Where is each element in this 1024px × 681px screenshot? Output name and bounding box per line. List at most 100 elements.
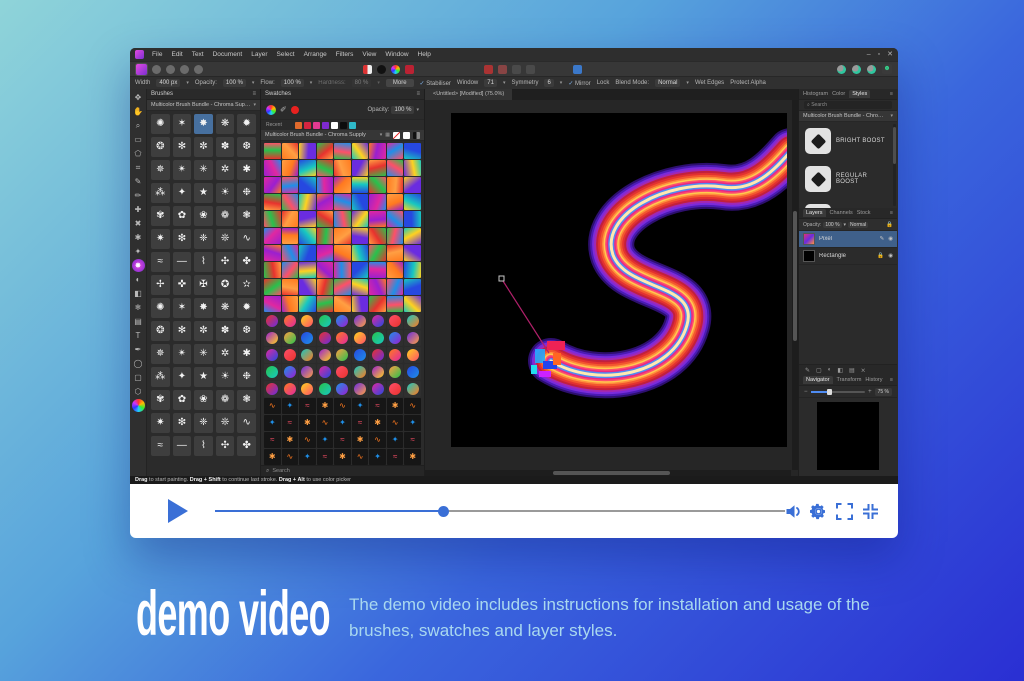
no-colour-swatch[interactable]: [393, 132, 400, 139]
settings-gear-icon[interactable]: [810, 503, 827, 520]
tool-icon[interactable]: [132, 399, 145, 412]
tool-icon[interactable]: ⬠: [132, 147, 145, 160]
menu-document[interactable]: Document: [213, 51, 243, 58]
brush-thumbnail[interactable]: ⌇: [194, 436, 213, 456]
texture-swatch[interactable]: [387, 279, 404, 295]
recent-swatch[interactable]: [286, 122, 293, 129]
minimize-button[interactable]: –: [867, 51, 871, 58]
brush-thumbnail[interactable]: ≈: [151, 252, 170, 272]
texture-swatch[interactable]: [317, 296, 334, 312]
lock-icon[interactable]: 🔒: [877, 253, 884, 259]
panel-menu-icon[interactable]: ≡: [890, 377, 893, 383]
shape-icon[interactable]: ▢: [816, 367, 822, 374]
tool-icon[interactable]: ✥: [132, 91, 145, 104]
grid-view-icon[interactable]: ▦: [385, 132, 390, 138]
brush-thumbnail[interactable]: ✼: [194, 137, 213, 157]
recent-swatch[interactable]: [304, 122, 311, 129]
tool-icon[interactable]: ✖: [132, 217, 145, 230]
brush-thumbnail[interactable]: ✵: [151, 344, 170, 364]
brush-thumbnail[interactable]: ❉: [237, 367, 256, 387]
scribble-swatch[interactable]: ∿: [387, 415, 404, 431]
texture-swatch[interactable]: [299, 228, 316, 244]
layer-opacity-value[interactable]: 100 %: [823, 222, 841, 228]
layers-tab-stock[interactable]: Stock: [857, 210, 871, 216]
navigator-tab-navigator[interactable]: Navigator: [803, 376, 833, 384]
tool-icon[interactable]: ✚: [132, 203, 145, 216]
progress-bar[interactable]: [215, 510, 785, 512]
texture-swatch[interactable]: [404, 296, 421, 312]
texture-swatch[interactable]: [334, 262, 351, 278]
edit-brush-icon[interactable]: ✎: [805, 367, 810, 374]
layer-row[interactable]: Pixel✎◉: [799, 231, 897, 248]
scribble-swatch[interactable]: ∿: [352, 449, 369, 465]
gradient-swatch[interactable]: [404, 330, 421, 346]
texture-swatch[interactable]: [387, 194, 404, 210]
texture-swatch[interactable]: [264, 160, 281, 176]
brush-thumbnail[interactable]: ∿: [237, 413, 256, 433]
auto-contrast-icon[interactable]: [852, 65, 861, 74]
gradient-swatch[interactable]: [317, 330, 334, 346]
brush-thumbnail[interactable]: ✴: [173, 344, 192, 364]
brush-thumbnail[interactable]: —: [173, 252, 192, 272]
brush-thumbnail[interactable]: ✣: [216, 252, 235, 272]
brush-thumbnail[interactable]: ✽: [216, 137, 235, 157]
horizontal-scrollbar[interactable]: [425, 470, 791, 476]
texture-swatch[interactable]: [299, 279, 316, 295]
scribble-swatch[interactable]: ✱: [404, 449, 421, 465]
styles-tab-color[interactable]: Color: [832, 91, 845, 97]
scribble-swatch[interactable]: ✦: [352, 398, 369, 414]
texture-swatch[interactable]: [282, 194, 299, 210]
texture-swatch[interactable]: [369, 262, 386, 278]
scribble-swatch[interactable]: ✱: [387, 398, 404, 414]
brush-chip-icon[interactable]: [405, 65, 414, 74]
texture-swatch[interactable]: [264, 279, 281, 295]
texture-swatch[interactable]: [282, 228, 299, 244]
brush-thumbnail[interactable]: ❈: [194, 413, 213, 433]
texture-swatch[interactable]: [352, 262, 369, 278]
lock-icon[interactable]: 🔒: [886, 222, 893, 228]
brush-thumbnail[interactable]: ★: [194, 367, 213, 387]
brush-thumbnail[interactable]: ❂: [151, 137, 170, 157]
brush-thumbnail[interactable]: ✜: [173, 275, 192, 295]
panel-menu-icon[interactable]: ≡: [890, 210, 893, 216]
layers-tab-channels[interactable]: Channels: [830, 210, 853, 216]
tool-icon[interactable]: ◐: [132, 273, 145, 286]
gradient-swatch[interactable]: [299, 313, 316, 329]
gradient-swatch[interactable]: [282, 347, 299, 363]
zoom-slider[interactable]: [811, 391, 866, 393]
brush-thumbnail[interactable]: ☀: [216, 367, 235, 387]
texture-swatch[interactable]: [387, 245, 404, 261]
gradient-swatch[interactable]: [369, 313, 386, 329]
texture-swatch[interactable]: [387, 143, 404, 159]
brush-thumbnail[interactable]: ❇: [173, 229, 192, 249]
texture-swatch[interactable]: [317, 262, 334, 278]
scribble-swatch[interactable]: ✦: [334, 415, 351, 431]
brush-thumbnail[interactable]: ✺: [151, 298, 170, 318]
scribble-swatch[interactable]: ≈: [404, 432, 421, 448]
photo-persona-icon[interactable]: [136, 64, 147, 75]
gradient-swatch[interactable]: [404, 347, 421, 363]
liquify-persona-icon[interactable]: [152, 65, 161, 74]
menu-arrange[interactable]: Arrange: [304, 51, 327, 58]
texture-swatch[interactable]: [352, 143, 369, 159]
tool-icon[interactable]: ✒: [132, 343, 145, 356]
gradient-swatch[interactable]: [369, 364, 386, 380]
context-value[interactable]: Normal: [655, 79, 680, 87]
texture-swatch[interactable]: [334, 245, 351, 261]
brush-thumbnail[interactable]: ∿: [237, 229, 256, 249]
texture-swatch[interactable]: [282, 177, 299, 193]
styles-search[interactable]: ⌕ Search: [799, 100, 897, 111]
scribble-swatch[interactable]: ✦: [404, 415, 421, 431]
brush-category-dropdown[interactable]: Multicolor Brush Bundle - Chroma Supply …: [147, 100, 260, 111]
brush-thumbnail[interactable]: ✻: [173, 137, 192, 157]
context-value[interactable]: 100 %: [281, 79, 304, 87]
brush-thumbnail[interactable]: ✣: [216, 436, 235, 456]
close-button[interactable]: ✕: [887, 51, 893, 58]
brush-thumbnail[interactable]: ≈: [151, 436, 170, 456]
brush-thumbnail[interactable]: ✸: [194, 298, 213, 318]
brushes-tab[interactable]: Brushes: [151, 91, 173, 97]
texture-swatch[interactable]: [317, 143, 334, 159]
texture-swatch[interactable]: [264, 177, 281, 193]
exit-fullscreen-icon[interactable]: [862, 503, 879, 520]
styles-scrollbar[interactable]: [893, 124, 896, 206]
